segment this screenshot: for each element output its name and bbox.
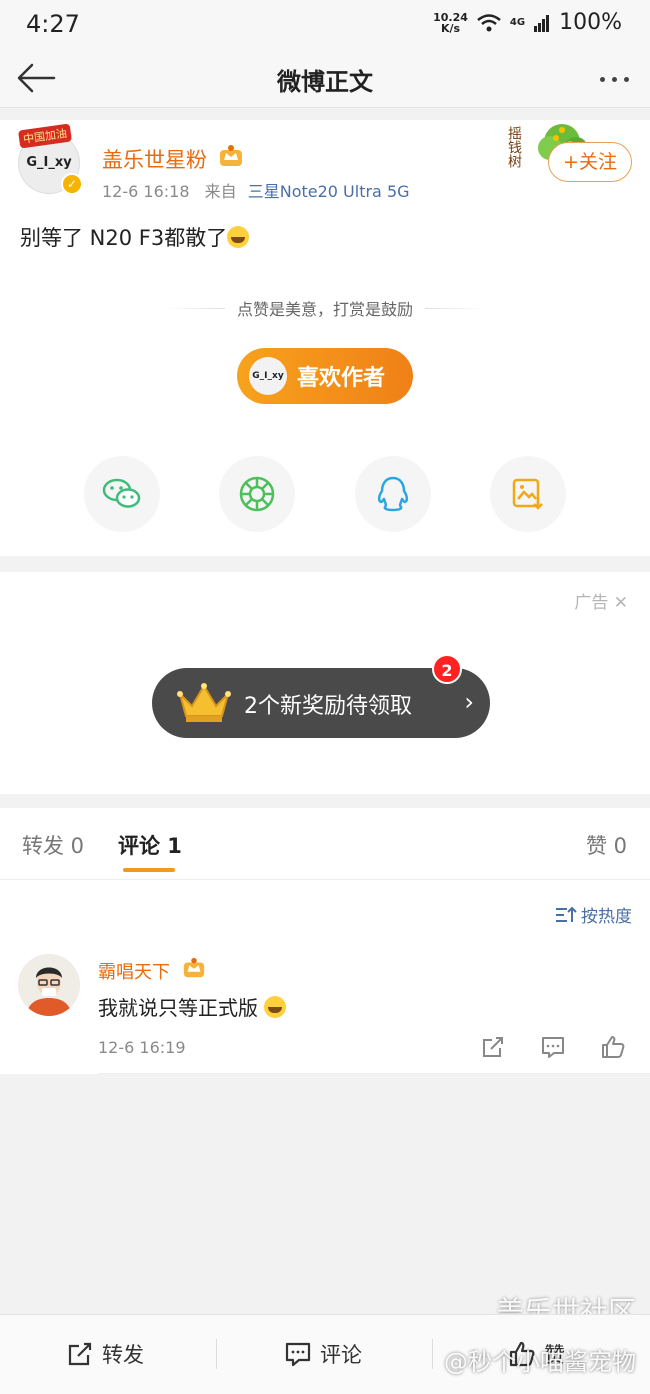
tab-bar: 转发 0 评论 1 赞 0 [0, 808, 650, 880]
reward-text: 2个新奖励待领取 [244, 694, 412, 719]
tab-underline [123, 868, 175, 872]
divider-line [425, 307, 485, 309]
ad-label[interactable]: 广告 ✕ [574, 588, 628, 613]
post-card: 中国加油 G_I_xy ✓ 盖乐世星粉 12-6 16:18 来自 三星Note… [0, 120, 650, 556]
thumbs-up-icon [602, 1036, 625, 1058]
commenter-name[interactable]: 霸唱天下 [98, 958, 170, 984]
more-dots-icon [599, 76, 605, 82]
avatar-flag-badge: 中国加油 [18, 123, 72, 149]
bottom-comment-button[interactable]: 评论 [284, 1339, 362, 1369]
sort-label: 按热度 [581, 907, 632, 927]
vip-crown-icon [220, 145, 242, 166]
share-icon [483, 1037, 503, 1057]
post-content: 别等了 N20 F3都散了 [20, 222, 250, 252]
commenter-avatar-image [18, 954, 80, 1016]
commenter-avatar[interactable] [18, 954, 80, 1016]
follow-button[interactable]: +关注 [548, 142, 632, 182]
post-source[interactable]: 三星Note20 Ultra 5G [248, 182, 410, 201]
save-image-icon [512, 478, 543, 510]
yummy-emoji-icon [264, 996, 287, 1018]
share-icon [68, 1342, 92, 1366]
share-moments-button[interactable] [219, 456, 295, 532]
tab-comment[interactable]: 评论 1 [118, 830, 182, 860]
separator [216, 1339, 217, 1369]
qq-icon [377, 476, 409, 512]
crown-icon [177, 683, 231, 722]
divider-line [164, 307, 225, 309]
wechat-icon [102, 478, 141, 508]
bottom-comment-label: 评论 [320, 1343, 362, 1367]
bottom-repost-label: 转发 [102, 1343, 144, 1367]
post-meta: 12-6 16:18 来自 三星Note20 Ultra 5G [102, 178, 410, 202]
chevron-right-icon: › [464, 688, 474, 716]
laughing-emoji-icon [227, 226, 250, 248]
reward-hint: 点赞是美意，打赏是鼓励 [0, 296, 650, 320]
comment-text: 我就说只等正式版 [98, 996, 258, 1020]
like-author-label: 喜欢作者 [297, 366, 386, 391]
ad-card: 广告 ✕ 2个新奖励待领取 › 2 [0, 572, 650, 794]
comments-section: 转发 0 评论 1 赞 0 按热度 霸唱天下 我就说只等正式版 12-6 16:… [0, 808, 650, 1074]
source-prefix: 来自 [204, 182, 237, 201]
share-wechat-button[interactable] [84, 456, 160, 532]
comment-time: 12-6 16:19 [98, 1038, 186, 1057]
nav-bar: 微博正文 [0, 50, 650, 108]
comment-like-button[interactable] [600, 1034, 628, 1062]
sort-icon [556, 906, 577, 922]
status-time: 4:27 [26, 10, 80, 38]
close-icon: ✕ [613, 593, 628, 613]
status-bar: 4:27 10.24 K/s 4G 100% [0, 0, 650, 50]
separator [432, 1339, 433, 1369]
notification-badge: 2 [432, 654, 462, 684]
reward-hint-text: 点赞是美意，打赏是鼓励 [236, 300, 413, 319]
status-indicators: 10.24 K/s 4G 100% [433, 10, 622, 35]
network-type: 4G [509, 17, 526, 28]
more-button[interactable] [592, 62, 636, 96]
moments-icon [239, 476, 275, 512]
wifi-icon [477, 13, 501, 31]
like-author-avatar: G_I_xy [249, 357, 287, 395]
net-speed: 10.24 K/s [433, 10, 468, 35]
save-image-button[interactable] [490, 456, 566, 532]
watermark-author: @秒个小喵酱宠物 [444, 1348, 636, 1376]
comment-divider [98, 1073, 650, 1074]
avatar-text: G_I_xy [26, 155, 72, 170]
page-title: 微博正文 [277, 68, 373, 96]
share-qq-button[interactable] [355, 456, 431, 532]
tree-text: 摇钱树 [506, 126, 522, 168]
post-text: 别等了 N20 F3都散了 [20, 226, 228, 250]
signal-icon [534, 14, 550, 32]
comment-icon [542, 1037, 564, 1058]
comment-content: 我就说只等正式版 [98, 992, 287, 1021]
comment-repost-button[interactable] [480, 1034, 508, 1062]
vip-crown-icon [183, 957, 205, 978]
bottom-repost-button[interactable]: 转发 [66, 1339, 144, 1369]
comment-reply-button[interactable] [540, 1034, 568, 1062]
verified-icon: ✓ [61, 173, 83, 195]
share-row [0, 456, 650, 532]
tab-like[interactable]: 赞 0 [586, 830, 627, 860]
like-author-button[interactable]: G_I_xy 喜欢作者 [237, 348, 413, 404]
tab-repost[interactable]: 转发 0 [22, 830, 84, 860]
post-time: 12-6 16:18 [102, 182, 190, 201]
comment-icon [285, 1342, 311, 1367]
author-name[interactable]: 盖乐世星粉 [102, 144, 207, 174]
author-avatar[interactable]: 中国加油 G_I_xy ✓ [18, 123, 83, 195]
battery-level: 100% [559, 10, 622, 35]
sort-button[interactable]: 按热度 [555, 902, 632, 927]
